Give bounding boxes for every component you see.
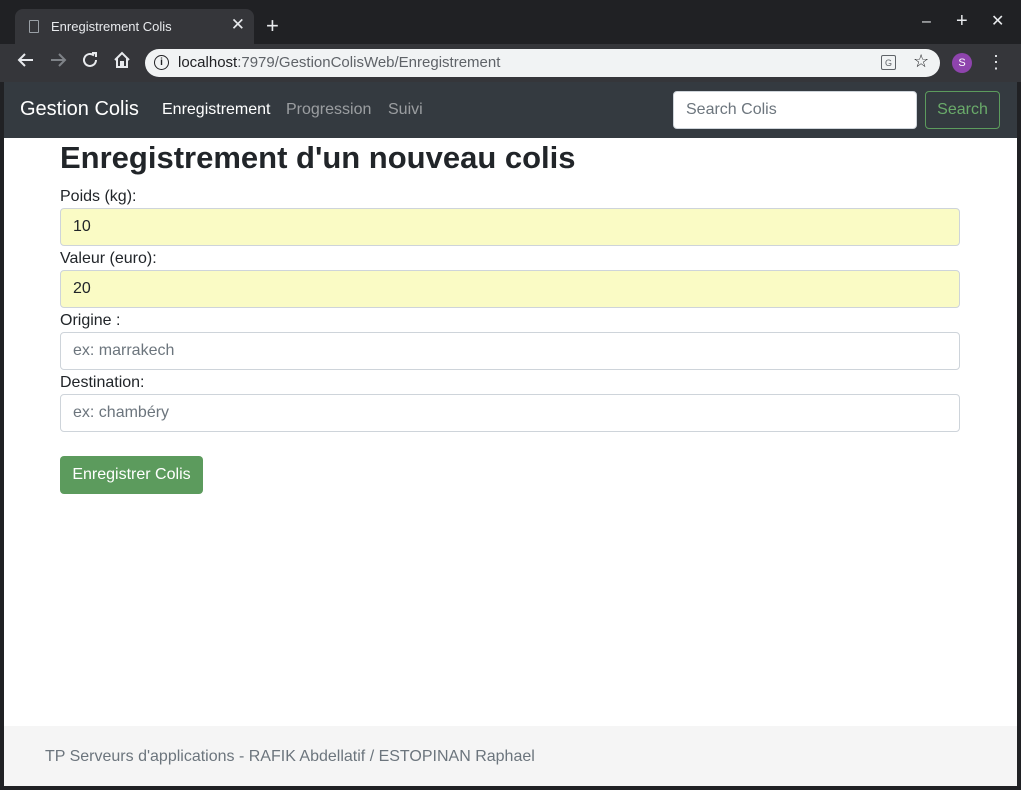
profile-avatar[interactable]: S	[952, 53, 972, 73]
minimize-button[interactable]: –	[922, 12, 931, 32]
forward-icon[interactable]	[47, 51, 69, 74]
new-tab-button[interactable]: +	[266, 14, 279, 38]
browser-window: Enregistrement Colis ✕ + – + ✕ i localho…	[0, 0, 1021, 790]
poids-label: Poids (kg):	[60, 188, 137, 205]
poids-input[interactable]	[60, 208, 960, 246]
page-title: Enregistrement d'un nouveau colis	[60, 140, 576, 175]
info-icon[interactable]: i	[154, 55, 169, 70]
origine-label: Origine :	[60, 312, 121, 329]
nav-link-enregistrement[interactable]: Enregistrement	[162, 101, 271, 119]
home-icon[interactable]	[111, 51, 133, 74]
close-window-button[interactable]: ✕	[991, 12, 1004, 32]
back-icon[interactable]	[15, 51, 37, 74]
tab-title: Enregistrement Colis	[51, 19, 172, 34]
search-button[interactable]: Search	[925, 91, 1000, 129]
search-input[interactable]	[673, 91, 917, 129]
reload-icon[interactable]	[79, 51, 101, 74]
translate-icon[interactable]: G	[881, 55, 896, 70]
valeur-label: Valeur (euro):	[60, 250, 157, 267]
nav-link-suivi[interactable]: Suivi	[388, 101, 423, 119]
tab-close-icon[interactable]: ✕	[231, 16, 245, 34]
address-bar[interactable]: i localhost:7979/GestionColisWeb/Enregis…	[145, 49, 940, 77]
browser-tab[interactable]: Enregistrement Colis ✕	[15, 9, 254, 44]
footer-text: TP Serveurs d'applications - RAFIK Abdel…	[45, 748, 535, 765]
page-icon	[29, 20, 39, 33]
valeur-input[interactable]	[60, 270, 960, 308]
enregistrer-colis-button[interactable]: Enregistrer Colis	[60, 456, 203, 494]
footer: TP Serveurs d'applications - RAFIK Abdel…	[4, 726, 1017, 786]
star-icon[interactable]: ☆	[913, 51, 929, 72]
web-page: Gestion Colis Enregistrement Progression…	[4, 82, 1017, 786]
title-bar: Enregistrement Colis ✕ + – + ✕	[0, 0, 1021, 44]
menu-icon[interactable]: ⋮	[987, 51, 1005, 73]
url-text[interactable]: localhost:7979/GestionColisWeb/Enregistr…	[178, 54, 500, 71]
browser-toolbar: i localhost:7979/GestionColisWeb/Enregis…	[0, 44, 1021, 82]
navbar-brand[interactable]: Gestion Colis	[20, 98, 139, 121]
destination-input[interactable]	[60, 394, 960, 432]
origine-input[interactable]	[60, 332, 960, 370]
destination-label: Destination:	[60, 374, 145, 391]
nav-link-progression[interactable]: Progression	[286, 101, 371, 119]
maximize-button[interactable]: +	[956, 11, 968, 31]
navbar: Gestion Colis Enregistrement Progression…	[4, 82, 1017, 138]
